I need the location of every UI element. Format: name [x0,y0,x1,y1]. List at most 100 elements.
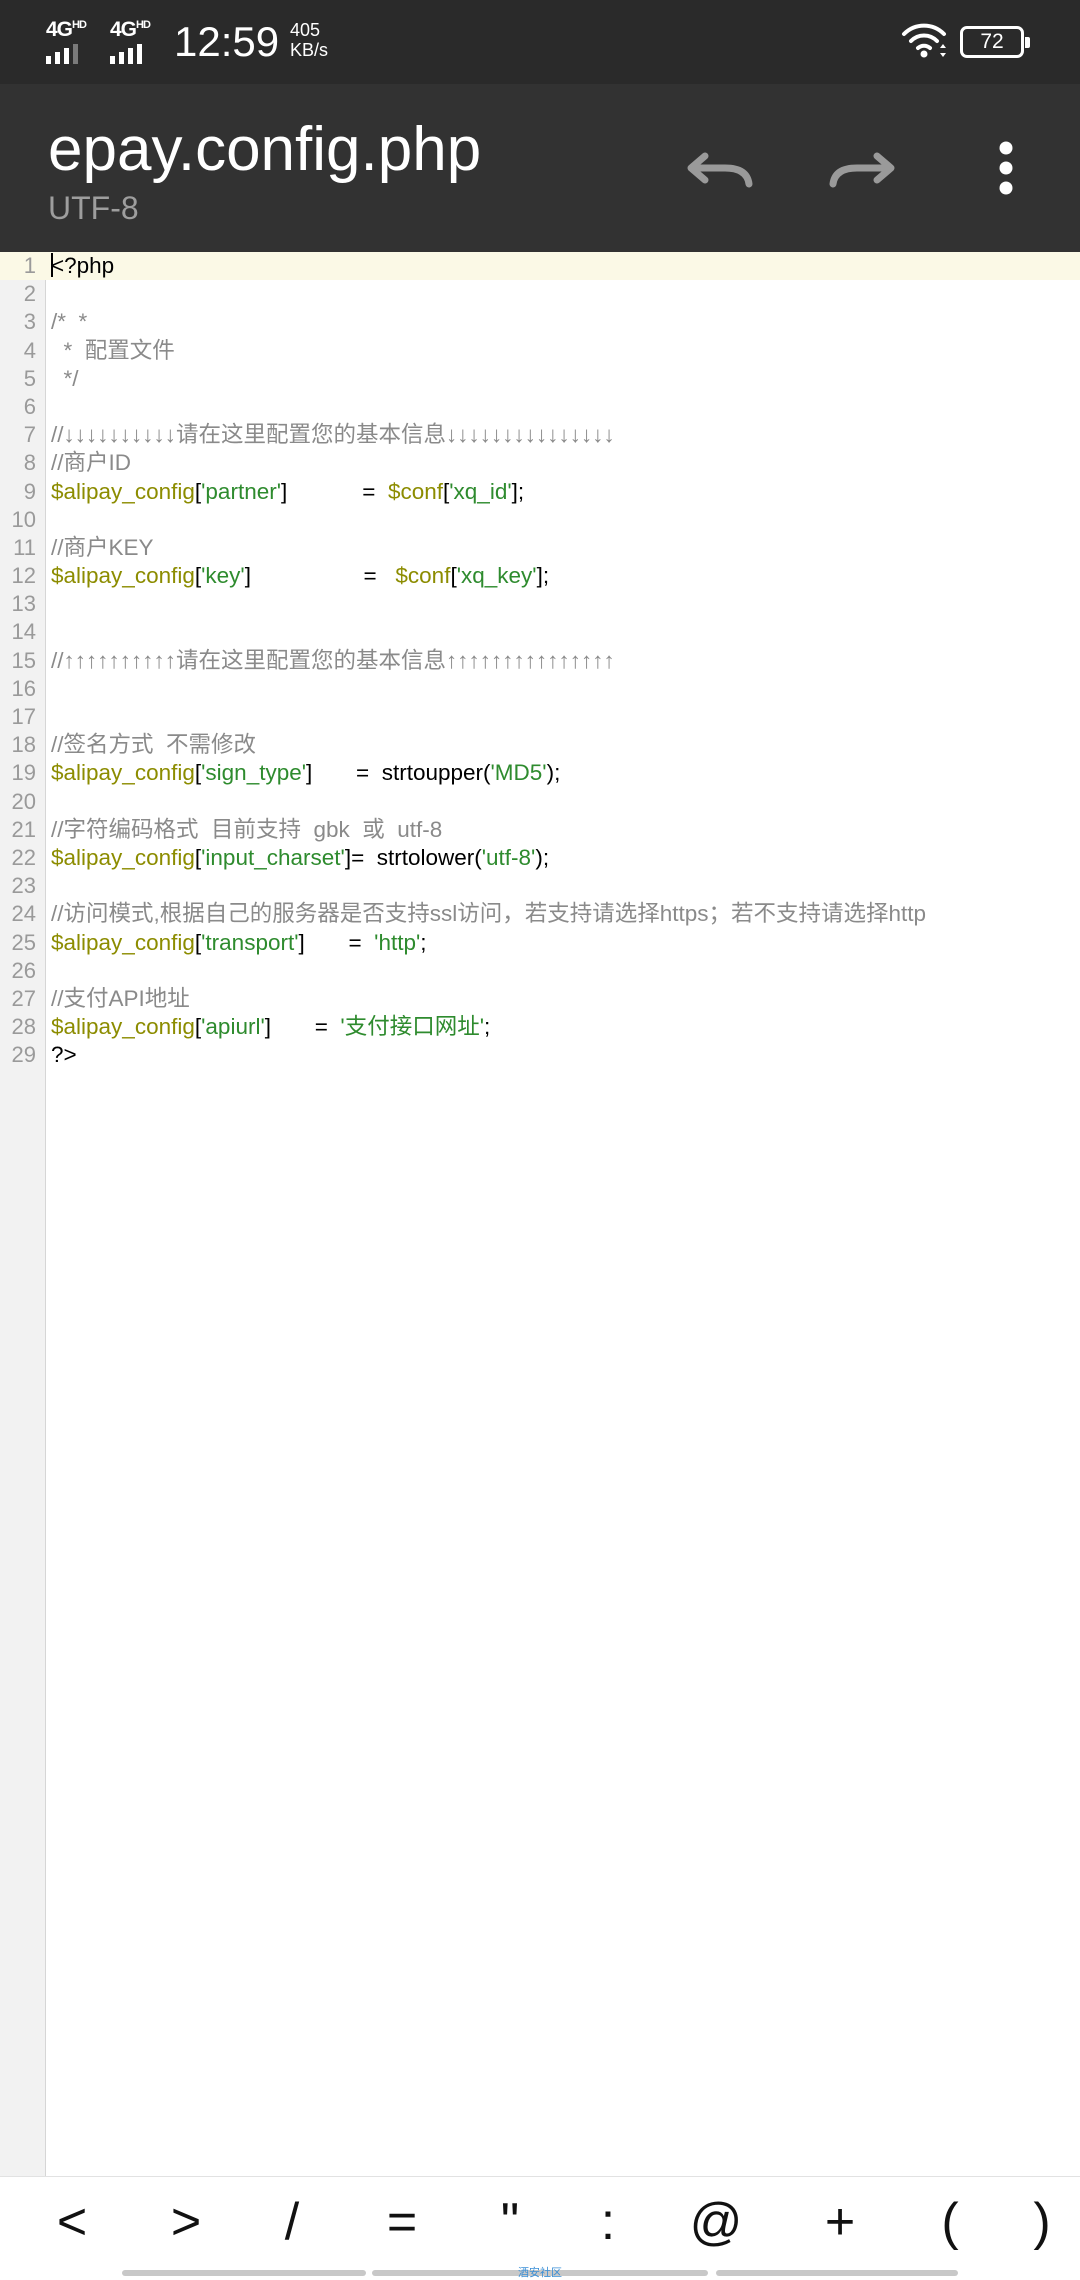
code-line[interactable]: 10 [0,506,1080,534]
code-line[interactable]: 25 $alipay_config['transport'] = 'http'; [0,929,1080,957]
code-text[interactable]: //字符编码格式 目前支持 gbk 或 utf-8 [51,816,442,844]
code-line[interactable]: 16 [0,675,1080,703]
code-text[interactable]: $alipay_config['transport'] = 'http'; [51,929,427,957]
code-token: 'xq_id' [449,478,512,504]
code-line[interactable]: 7 //↓↓↓↓↓↓↓↓↓↓请在这里配置您的基本信息↓↓↓↓↓↓↓↓↓↓↓↓↓↓↓ [0,421,1080,449]
code-line[interactable]: 11 //商户KEY [0,534,1080,562]
code-token: ); [535,844,550,870]
code-token: /* * [51,309,88,335]
code-text[interactable]: <?php [51,252,114,280]
code-text[interactable]: //商户KEY [51,534,154,562]
code-text[interactable]: $alipay_config['key'] = $conf['xq_key']; [51,562,549,590]
code-line[interactable]: 28 $alipay_config['apiurl'] = '支付接口网址'; [0,1013,1080,1041]
symbol-key[interactable]: > [151,2191,221,2253]
code-line[interactable]: 1 <?php [0,252,1080,281]
code-text[interactable]: $alipay_config['input_charset']= strtolo… [51,844,549,872]
code-token: ; [484,1014,491,1040]
code-token: //↓↓↓↓↓↓↓↓↓↓请在这里配置您的基本信息↓↓↓↓↓↓↓↓↓↓↓↓↓↓↓ [51,422,615,448]
code-text[interactable]: //↑↑↑↑↑↑↑↑↑↑请在这里配置您的基本信息↑↑↑↑↑↑↑↑↑↑↑↑↑↑↑ [51,647,615,675]
code-line[interactable]: 4 * 配置文件 [0,337,1080,365]
code-line[interactable]: 18 //签名方式 不需修改 [0,731,1080,759]
redo-button[interactable] [818,124,906,212]
code-line[interactable]: 29 ?> [0,1041,1080,1069]
undo-icon [687,152,753,188]
code-line[interactable]: 14 [0,618,1080,646]
symbol-key[interactable]: / [257,2191,327,2253]
code-line[interactable]: 9 $alipay_config['partner'] = $conf['xq_i… [0,478,1080,506]
code-token: ] = strtoupper( [306,760,491,786]
symbol-key[interactable]: + [805,2191,875,2253]
network-type-2: 4G [110,18,137,41]
code-line[interactable]: 27 //支付API地址 [0,985,1080,1013]
code-token: $alipay_config [51,760,195,786]
watermark: 酒安社区 [518,2267,562,2279]
network-type-1: 4G [46,18,73,41]
code-token: $alipay_config [51,1014,195,1040]
code-text[interactable]: ?> [51,1041,77,1069]
code-text[interactable]: * 配置文件 [51,337,175,365]
code-token: * 配置文件 [51,337,175,363]
code-token: ]= strtolower( [344,844,482,870]
scroll-handle-right[interactable] [716,2270,958,2276]
more-vert-icon [999,141,1013,195]
code-text[interactable]: /* * [51,308,87,336]
code-token: $conf [387,478,443,504]
code-line[interactable]: 19 $alipay_config['sign_type'] = strtoupp… [0,759,1080,787]
scroll-handle-left[interactable] [122,2270,366,2276]
code-line[interactable]: 20 [0,788,1080,816]
code-text[interactable]: $alipay_config['sign_type'] = strtoupper… [51,759,560,787]
line-number: 1 [23,253,36,278]
code-line[interactable]: 24 //访问模式,根据自己的服务器是否支持ssl访问，若支持请选择https；若… [0,900,1080,928]
code-text[interactable]: $alipay_config['apiurl'] = '支付接口网址'; [51,1013,490,1041]
code-text[interactable]: */ [51,365,79,393]
code-line[interactable]: 23 [0,872,1080,900]
code-line[interactable]: 3 /* * [0,308,1080,336]
code-line[interactable]: 5 */ [0,365,1080,393]
code-token: //签名方式 不需修改 [51,732,257,758]
code-line[interactable]: 22 $alipay_config['input_charset']= strto… [0,844,1080,872]
code-token: 'sign_type' [201,760,307,786]
line-number: 28 [11,1014,36,1040]
line-number: 12 [11,563,36,589]
code-editor[interactable]: 1 <?php 2 3/* * 4 * 配置文件 5 */6 7//↓↓↓↓↓↓↓↓↓↓请在… [0,252,1080,2176]
code-line[interactable]: 13 [0,590,1080,618]
code-token: ]; [536,563,550,589]
line-number: 15 [11,647,36,673]
symbol-key[interactable]: ) [1007,2191,1077,2253]
symbol-key[interactable]: < [37,2191,107,2253]
symbol-key[interactable]: " [475,2191,545,2253]
code-text[interactable]: //访问模式,根据自己的服务器是否支持ssl访问，若支持请选择https；若不支… [51,900,926,928]
code-lines[interactable]: 1 <?php 2 3/* * 4 * 配置文件 5 */6 7//↓↓↓↓↓↓↓↓↓↓请在… [0,252,1080,1069]
line-number: 2 [23,281,36,307]
symbol-key[interactable]: ( [915,2191,985,2253]
code-line[interactable]: 15 //↑↑↑↑↑↑↑↑↑↑请在这里配置您的基本信息↑↑↑↑↑↑↑↑↑↑↑↑↑↑… [0,647,1080,675]
code-line[interactable]: 8 //商户ID [0,449,1080,477]
network-type-2-hd: HD [136,19,151,31]
code-text[interactable]: $alipay_config['partner'] = $conf['xq_id… [51,478,524,506]
code-token: 'partner' [201,478,282,504]
code-token: $alipay_config [51,844,195,870]
undo-button[interactable] [676,124,764,212]
symbol-key[interactable]: = [367,2191,437,2253]
code-token: */ [51,365,79,391]
code-line[interactable]: 17 [0,703,1080,731]
code-token: $conf [395,563,451,589]
line-number: 13 [11,591,36,617]
line-number: 5 [23,365,36,391]
battery-indicator: 72 [960,26,1030,58]
more-options-button[interactable] [962,124,1050,212]
code-line[interactable]: 6 [0,393,1080,421]
code-text[interactable]: //支付API地址 [51,985,190,1013]
code-text[interactable]: //签名方式 不需修改 [51,731,256,759]
code-text[interactable]: //商户ID [51,449,131,477]
symbol-key[interactable]: : [573,2191,643,2253]
code-line[interactable]: 2 [0,280,1080,308]
code-line[interactable]: 21 //字符编码格式 目前支持 gbk 或 utf-8 [0,816,1080,844]
code-text[interactable]: //↓↓↓↓↓↓↓↓↓↓请在这里配置您的基本信息↓↓↓↓↓↓↓↓↓↓↓↓↓↓↓ [51,421,615,449]
code-line[interactable]: 26 [0,957,1080,985]
symbol-key[interactable]: @ [681,2191,751,2253]
code-token: ]; [511,478,525,504]
code-line[interactable]: 12 $alipay_config['key'] = $conf['xq_key'… [0,562,1080,590]
line-number: 24 [11,901,36,927]
file-encoding[interactable]: UTF-8 [48,188,139,228]
